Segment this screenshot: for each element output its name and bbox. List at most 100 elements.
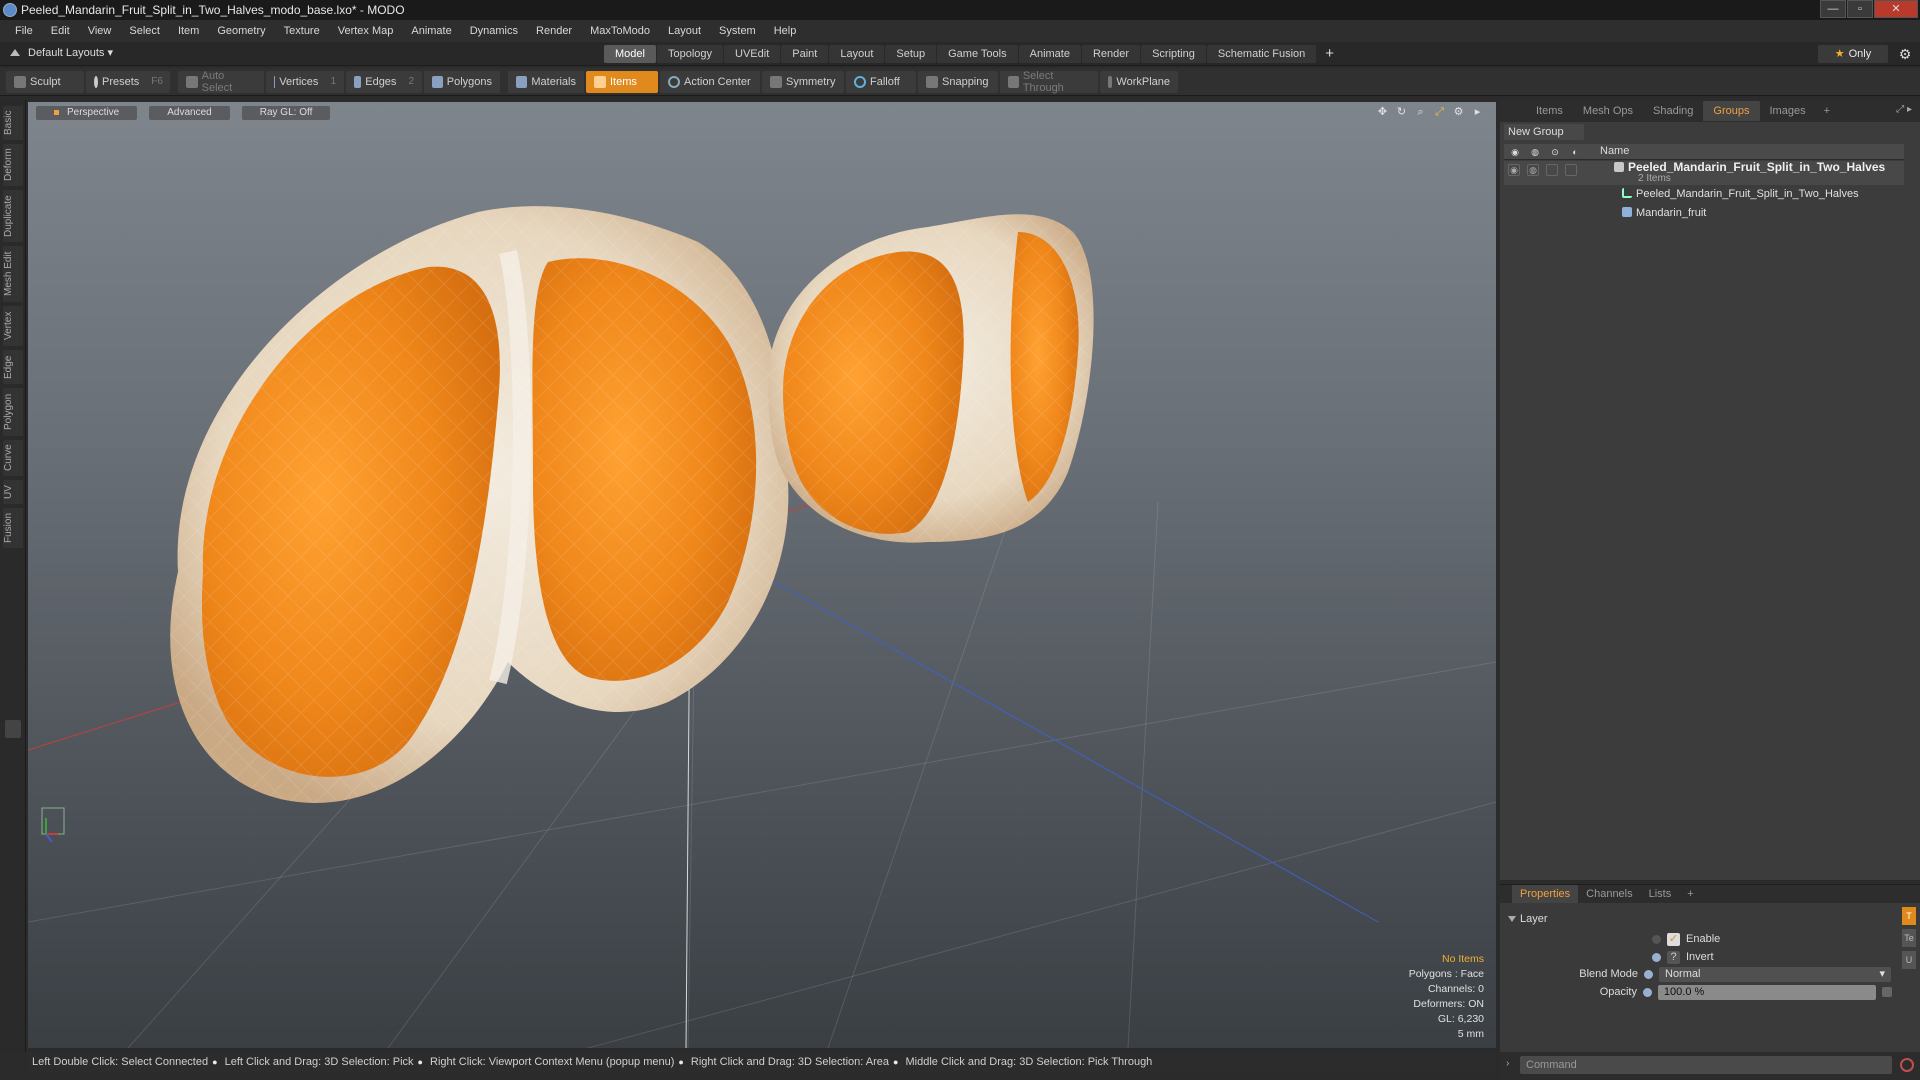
action-center-button[interactable]: Action Center (660, 70, 760, 93)
tab-toggle-box[interactable] (5, 720, 21, 738)
lock-icon[interactable]: ⊙ (1548, 146, 1562, 158)
add-tab-button[interactable]: + (1317, 45, 1342, 63)
workplane-button[interactable]: WorkPlane (1100, 70, 1178, 93)
tab-model[interactable]: Model (604, 45, 656, 63)
layer-section[interactable]: Layer (1508, 913, 1548, 925)
tab-animate[interactable]: Animate (1018, 45, 1081, 63)
rotate-icon[interactable]: ↻ (1395, 106, 1408, 119)
menu-system[interactable]: System (710, 20, 765, 42)
menu-animate[interactable]: Animate (402, 20, 460, 42)
falloff-button[interactable]: Falloff (846, 70, 916, 93)
tab-channels[interactable]: Channels (1578, 885, 1640, 903)
view-type-dropdown[interactable]: Perspective (36, 106, 138, 120)
select-through-button[interactable]: Select Through (1000, 70, 1098, 94)
opacity-link-icon[interactable] (1882, 987, 1892, 997)
items-button[interactable]: Items (586, 70, 658, 93)
list-item[interactable]: Peeled_Mandarin_Fruit_Split_in_Two_Halve… (1504, 185, 1904, 204)
tab-properties[interactable]: Properties (1512, 885, 1579, 903)
raygl-toggle[interactable]: Ray GL: Off (241, 106, 331, 120)
chevron-right-icon[interactable]: › (1506, 1058, 1509, 1069)
tab-images[interactable]: Images (1760, 101, 1816, 121)
menu-edit[interactable]: Edit (42, 20, 79, 42)
vtab-duplicate[interactable]: Duplicate (3, 190, 23, 242)
vtab-vertex[interactable]: Vertex (3, 306, 23, 346)
menu-help[interactable]: Help (765, 20, 806, 42)
tab-uvedit[interactable]: UVEdit (724, 45, 781, 63)
minimize-button[interactable]: — (1820, 0, 1846, 18)
viewport-menu-arrow-icon[interactable]: ▸ (1471, 106, 1484, 119)
3d-viewport[interactable]: Perspective Advanced Ray GL: Off ✥ ↻ ⌕ ⤢… (28, 102, 1496, 1048)
tab-items[interactable]: Items (1526, 101, 1573, 121)
vtab-deform[interactable]: Deform (3, 144, 23, 186)
presets-button[interactable]: Presets F6 (86, 70, 170, 93)
layout-preset-dropdown[interactable]: Default Layouts ▾ (10, 46, 113, 59)
menu-layout[interactable]: Layout (659, 20, 710, 42)
tab-lists[interactable]: Lists (1641, 885, 1680, 903)
render-icon[interactable]: ◍ (1527, 164, 1539, 176)
tab-game-tools[interactable]: Game Tools (937, 45, 1018, 63)
menu-item[interactable]: Item (169, 20, 208, 42)
add-properties-tab-button[interactable]: + (1679, 885, 1701, 903)
collapse-up-icon[interactable] (10, 49, 20, 56)
vtab-uv[interactable]: UV (3, 480, 23, 504)
invert-anim-dot[interactable] (1652, 952, 1661, 962)
tab-setup[interactable]: Setup (885, 45, 937, 63)
vtab-basic[interactable]: Basic (3, 106, 23, 140)
menu-texture[interactable]: Texture (275, 20, 329, 42)
viewport-menu-icon[interactable] (54, 109, 59, 115)
viewport-settings-icon[interactable]: ⚙ (1452, 106, 1465, 119)
only-button[interactable]: ★ Only (1818, 45, 1888, 63)
tab-mesh-ops[interactable]: Mesh Ops (1573, 101, 1643, 121)
collapse-triangle-icon[interactable] (1508, 916, 1516, 922)
menu-render[interactable]: Render (527, 20, 581, 42)
side-tab-t[interactable]: T (1902, 907, 1916, 925)
invert-checkbox[interactable]: ? (1667, 950, 1680, 964)
menu-select[interactable]: Select (120, 20, 169, 42)
auto-select-button[interactable]: Auto Select (178, 70, 264, 94)
tab-render[interactable]: Render (1081, 45, 1141, 63)
menu-vertex-map[interactable]: Vertex Map (329, 20, 403, 42)
tab-topology[interactable]: Topology (656, 45, 724, 63)
shading-dropdown[interactable]: Advanced (149, 106, 230, 120)
blend-anim-dot[interactable] (1644, 969, 1653, 979)
menu-geometry[interactable]: Geometry (208, 20, 274, 42)
maximize-button[interactable]: ▫ (1847, 0, 1873, 18)
list-item[interactable]: Mandarin_fruit (1504, 204, 1904, 223)
render-icon[interactable]: ◍ (1528, 146, 1542, 158)
enable-checkbox[interactable]: ✓ (1667, 932, 1680, 946)
menu-maxtomodo[interactable]: MaxToModo (581, 20, 659, 42)
add-panel-tab-button[interactable]: + (1816, 105, 1838, 117)
select-icon[interactable] (1565, 164, 1577, 176)
close-button[interactable]: ✕ (1874, 0, 1918, 18)
tab-layout[interactable]: Layout (829, 45, 885, 63)
new-group-button[interactable]: New Group (1504, 124, 1584, 140)
select-icon[interactable]: ◐ (1568, 146, 1582, 158)
materials-button[interactable]: Materials (508, 70, 584, 93)
gear-icon[interactable]: ⚙ (1896, 45, 1914, 63)
vtab-fusion[interactable]: Fusion (3, 508, 23, 548)
tab-shading[interactable]: Shading (1643, 101, 1703, 121)
vtab-curve[interactable]: Curve (3, 440, 23, 476)
tab-groups[interactable]: Groups (1703, 101, 1760, 121)
vtab-edge[interactable]: Edge (3, 350, 23, 384)
group-row[interactable]: ◉ ◍ Peeled_Mandarin_Fruit_Split_in_Two_H… (1504, 160, 1904, 185)
snapping-button[interactable]: Snapping (918, 70, 998, 93)
vertices-button[interactable]: Vertices 1 (266, 70, 344, 93)
command-input[interactable]: Command (1520, 1056, 1892, 1074)
name-column-header[interactable]: Name (1600, 145, 1629, 157)
pan-icon[interactable]: ✥ (1376, 106, 1389, 119)
blend-mode-select[interactable]: Normal ▾ (1659, 966, 1891, 982)
vtab-mesh-edit[interactable]: Mesh Edit (3, 246, 23, 302)
stop-icon[interactable] (1900, 1058, 1914, 1072)
zoom-icon[interactable]: ⌕ (1414, 106, 1427, 119)
fit-icon[interactable]: ⤢ (1433, 106, 1446, 119)
edges-button[interactable]: Edges 2 (346, 70, 422, 93)
menu-file[interactable]: File (6, 20, 42, 42)
lock-icon[interactable] (1546, 164, 1558, 176)
opacity-field[interactable]: 100.0 % (1657, 984, 1877, 1000)
visibility-eye-icon[interactable]: ◉ (1508, 146, 1522, 158)
expand-icon[interactable]: ⤢ ▸ (1896, 104, 1912, 115)
sculpt-button[interactable]: Sculpt (6, 70, 84, 93)
tab-scripting[interactable]: Scripting (1141, 45, 1206, 63)
tab-schematic-fusion[interactable]: Schematic Fusion (1206, 45, 1317, 63)
